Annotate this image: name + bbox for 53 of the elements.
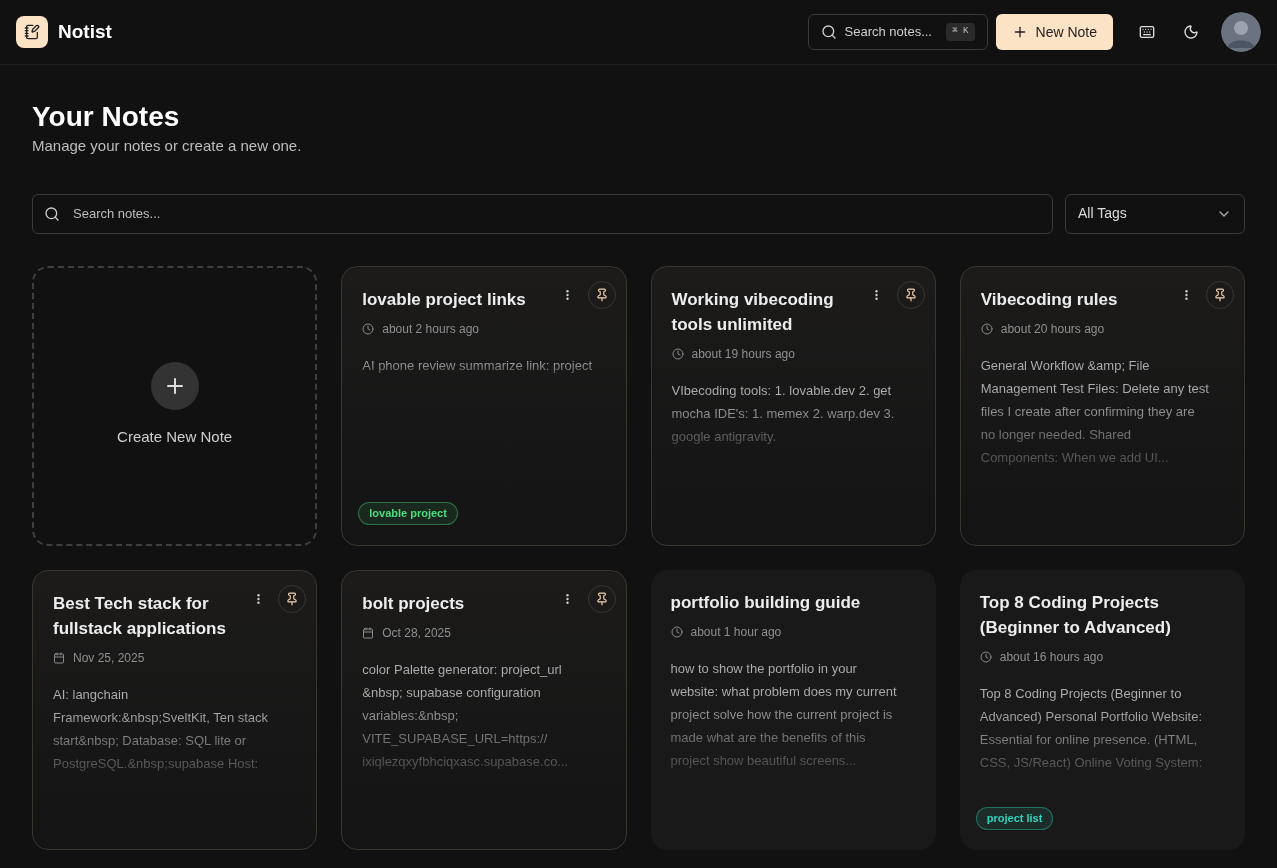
note-card[interactable]: lovable project links about 2 hours ago AI phone review summarize link: project lovable project <box>341 265 627 546</box>
app-name: Notist <box>58 19 112 44</box>
note-title: Best Tech stack for fullstack applications <box>53 592 227 640</box>
clock-icon <box>979 650 992 663</box>
note-title: lovable project links <box>362 288 527 311</box>
tag-badge[interactable]: project list <box>975 807 1054 830</box>
more-icon <box>566 592 569 605</box>
note-card[interactable]: Vibecoding rules about 20 hours ago General Workflow &amp; File Management Test Files: Delete any test files I create after confirming they are no longer needed. Shared Components: When we add UI... <box>959 265 1245 546</box>
clock-icon <box>670 625 683 638</box>
note-date: about 20 hours ago <box>1000 320 1105 338</box>
more-icon <box>566 288 569 301</box>
more-icon <box>875 288 879 301</box>
note-date: about 19 hours ago <box>691 345 795 363</box>
note-card[interactable]: Working vibecoding tools unlimited about 19 hours ago VIbecoding tools: 1. lovable.dev 2. get mocha IDE's: 1. memex 2. warp.dev 3. google antigravity. <box>650 265 936 546</box>
clock-icon <box>362 322 375 335</box>
page-subtitle: Manage your notes or create a new one. <box>32 136 303 156</box>
note-card[interactable]: Best Tech stack for fullstack applications Nov 25, 2025 AI: langchain Framework:&nbsp;SveltKit, Ten stack start&nbsp; Database: SQL lite or PostgreSQL.&nbsp;supabase Host: <box>32 569 318 850</box>
page-title: Your Notes <box>32 101 181 133</box>
pin-icon <box>903 287 918 302</box>
tag-badge[interactable]: lovable project <box>358 502 458 525</box>
clock-icon <box>671 347 684 360</box>
search-field[interactable]: Search notes... <box>32 193 1053 234</box>
clock-icon <box>980 322 993 335</box>
note-date: Nov 25, 2025 <box>73 649 145 667</box>
search-button[interactable]: Search notes... ⌘ K <box>807 14 988 50</box>
tag-select[interactable]: All Tags <box>1065 193 1245 234</box>
note-title: portfolio building guide <box>670 591 862 614</box>
note-card[interactable]: bolt projects Oct 28, 2025 color Palette generator: project_url &nbsp; supabase configuration variables:&nbsp; VITE_SUPABASE_URL=https:// ixiqlezqxyfbhciqxasc.supabase.co... <box>341 569 627 850</box>
note-date: Oct 28, 2025 <box>382 624 451 642</box>
pin-icon <box>1213 287 1227 302</box>
create-note-card[interactable]: Create New Note <box>32 265 318 546</box>
search-icon <box>44 205 60 222</box>
calendar-icon <box>362 626 375 639</box>
pin-icon <box>285 591 300 606</box>
note-date: about 1 hour ago <box>690 623 782 641</box>
note-card[interactable] <box>959 569 1245 850</box>
shortcut-key: ⌘ K <box>946 23 975 41</box>
more-icon <box>256 592 260 605</box>
note-date: about 16 hours ago <box>999 648 1104 666</box>
note-title: Working vibecoding tools unlimited <box>671 288 835 336</box>
more-icon <box>1184 288 1188 301</box>
avatar[interactable] <box>1221 12 1261 52</box>
calendar-icon <box>53 651 65 664</box>
note-title: bolt projects <box>362 592 466 615</box>
note-title: Vibecoding rules <box>980 288 1119 311</box>
note-date: about 2 hours ago <box>382 320 479 338</box>
search-icon <box>820 24 837 40</box>
pin-icon <box>594 591 609 606</box>
note-title: Top 8 Coding Projects (Beginner to Advanced) <box>979 591 1172 639</box>
pin-icon <box>594 287 609 302</box>
note-card[interactable] <box>650 569 936 850</box>
logo-icon <box>16 16 48 48</box>
new-note-button[interactable]: New Note <box>995 14 1113 50</box>
